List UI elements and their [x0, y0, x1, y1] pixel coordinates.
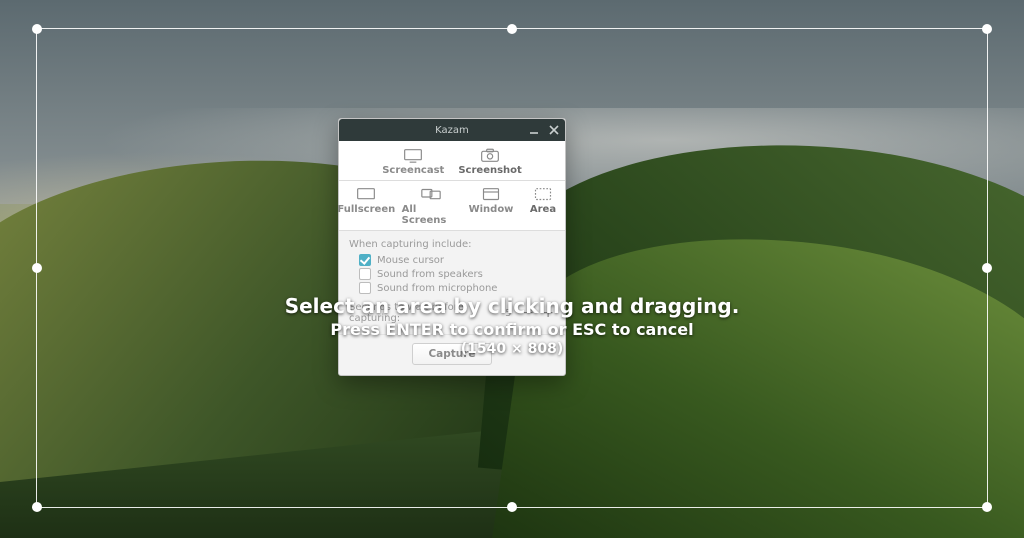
option-label: Mouse cursor: [377, 255, 444, 266]
resize-handle-e[interactable]: [982, 263, 992, 273]
resize-handle-n[interactable]: [507, 24, 517, 34]
option-label: Sound from speakers: [377, 269, 483, 280]
kazam-window: Kazam Screencast Screenshot Fullscreen: [338, 118, 566, 376]
delay-decrement[interactable]: −: [521, 305, 535, 321]
minimize-button[interactable]: [527, 123, 541, 137]
checkbox-mouse-cursor[interactable]: [359, 254, 371, 266]
tab-screencast[interactable]: Screencast: [382, 147, 444, 176]
mode-label: Area: [530, 204, 556, 215]
fullscreen-icon: [356, 186, 376, 202]
delay-increment[interactable]: +: [541, 305, 555, 321]
checkbox-sound-microphone[interactable]: [359, 282, 371, 294]
window-body: When capturing include: Mouse cursor Sou…: [339, 231, 565, 375]
titlebar[interactable]: Kazam: [339, 119, 565, 141]
mode-label: All Screens: [402, 204, 461, 226]
resize-handle-sw[interactable]: [32, 502, 42, 512]
mode-allscreens[interactable]: All Screens: [402, 186, 461, 226]
window-title: Kazam: [435, 125, 469, 136]
option-sound-speakers: Sound from speakers: [359, 268, 555, 280]
mode-toolbar-secondary: Fullscreen All Screens Window Area: [339, 181, 565, 231]
mode-label: Window: [469, 204, 514, 215]
delay-label: Seconds to wait before capturing:: [349, 302, 495, 324]
desktop-wallpaper: Kazam Screencast Screenshot Fullscreen: [0, 0, 1024, 538]
resize-handle-se[interactable]: [982, 502, 992, 512]
area-icon: [533, 186, 553, 202]
mode-area[interactable]: Area: [521, 186, 565, 226]
resize-handle-nw[interactable]: [32, 24, 42, 34]
mode-label: Fullscreen: [337, 204, 395, 215]
capture-button[interactable]: Capture: [412, 343, 492, 365]
delay-row: Seconds to wait before capturing: 5 − +: [349, 302, 555, 324]
resize-handle-w[interactable]: [32, 263, 42, 273]
option-sound-microphone: Sound from microphone: [359, 282, 555, 294]
divider: [339, 334, 565, 335]
delay-value: 5: [501, 308, 515, 319]
mode-window[interactable]: Window: [469, 186, 513, 226]
resize-handle-ne[interactable]: [982, 24, 992, 34]
screencast-icon: [403, 147, 423, 163]
screenshot-icon: [480, 147, 500, 163]
include-label: When capturing include:: [349, 239, 555, 250]
mode-fullscreen[interactable]: Fullscreen: [339, 186, 394, 226]
resize-handle-s[interactable]: [507, 502, 517, 512]
mode-toolbar-primary: Screencast Screenshot: [339, 141, 565, 181]
option-mouse-cursor: Mouse cursor: [359, 254, 555, 266]
option-label: Sound from microphone: [377, 283, 497, 294]
tab-screenshot[interactable]: Screenshot: [458, 147, 521, 176]
checkbox-sound-speakers[interactable]: [359, 268, 371, 280]
window-icon: [481, 186, 501, 202]
close-button[interactable]: [547, 123, 561, 137]
tab-label: Screencast: [382, 165, 444, 176]
tab-label: Screenshot: [458, 165, 521, 176]
allscreens-icon: [421, 186, 441, 202]
